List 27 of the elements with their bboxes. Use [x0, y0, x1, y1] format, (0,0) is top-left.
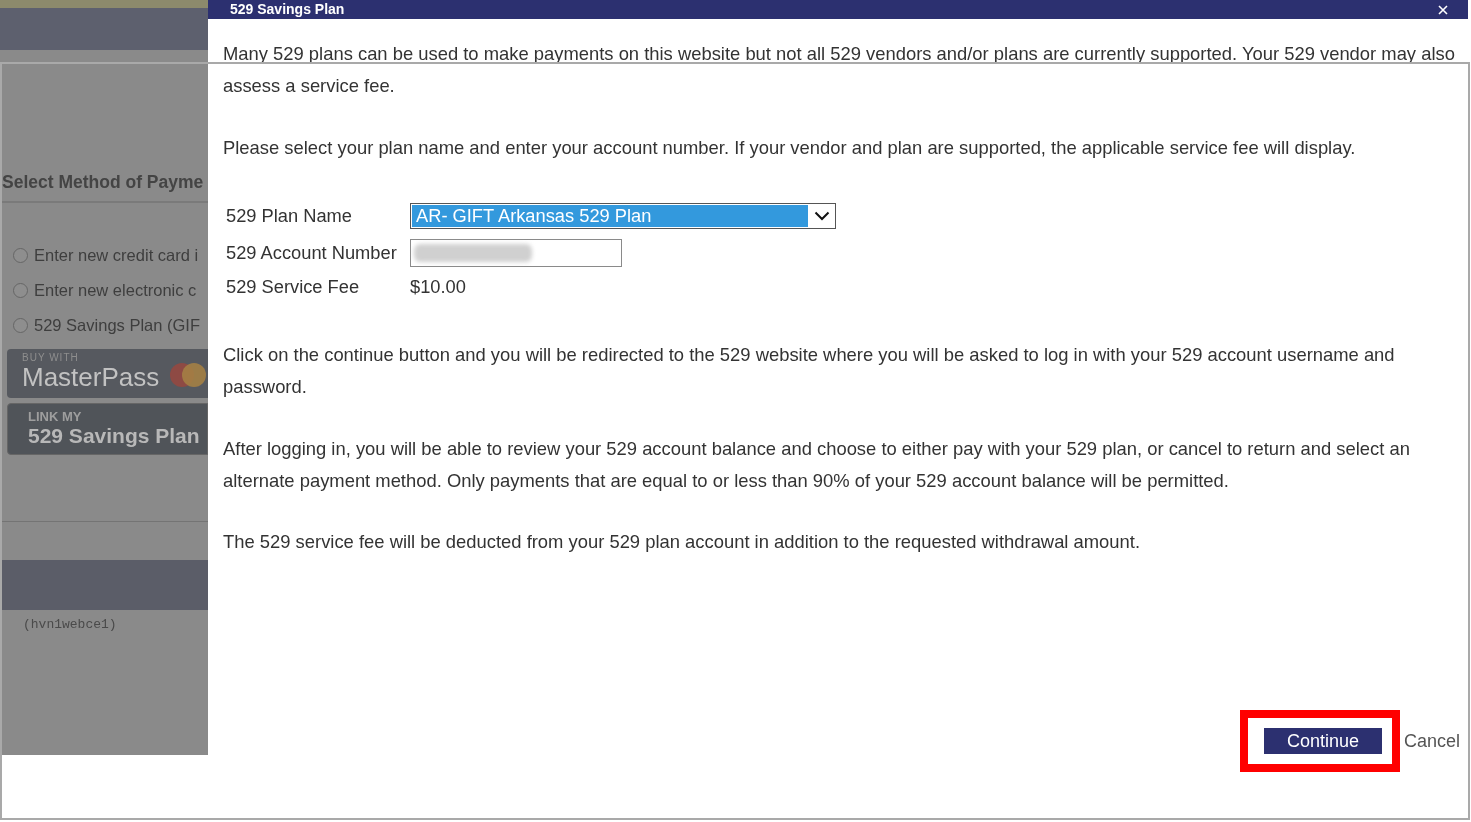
section-heading: Select Method of Payme	[2, 171, 204, 193]
close-icon[interactable]	[1438, 4, 1448, 15]
option-label[interactable]: Enter new credit card i	[34, 246, 199, 265]
paragraph: Click on the continue button and you will be redirected to the 529 website where you will be asked to log in with your 529 account username and password.	[223, 343, 1396, 399]
paragraph: After logging in, you will be able to review your 529 account balance and choose to either pay with your 529 plan, or cancel to return and select an alternate payment method. Only payments that are equal to or less than 90% of your 529 account balance will be permitted.	[223, 437, 1411, 493]
input-field[interactable]	[410, 239, 622, 267]
field-label: 529 Account Number	[226, 243, 397, 263]
checkout-button[interactable]: BUY WITH MasterPass	[7, 349, 208, 398]
radio-button[interactable]	[13, 283, 28, 298]
link-plan-button[interactable]: LINK MY 529 Savings Plan	[7, 403, 208, 455]
radio-button[interactable]	[13, 318, 28, 333]
option-label[interactable]: Enter new electronic c	[34, 281, 197, 300]
chevron-down-icon	[814, 211, 830, 221]
cancel-link[interactable]: Cancel	[1403, 730, 1460, 752]
two-circles-logo-icon	[170, 363, 206, 387]
radio-button[interactable]	[13, 248, 28, 263]
plan-select[interactable]: AR- GIFT Arkansas 529 Plan	[410, 203, 836, 229]
continue-button[interactable]: Continue	[1263, 728, 1382, 754]
field-label: 529 Service Fee	[226, 277, 360, 297]
paragraph: The 529 service fee will be deducted from your 529 plan account in addition to the requested withdrawal amount.	[223, 530, 1142, 554]
footer-text: (hvn1webce1)	[23, 617, 117, 633]
paragraph: Please select your plan name and enter your account number. If your vendor and plan are supported, the applicable service fee will display.	[223, 136, 1357, 160]
field-value: $10.00	[410, 277, 466, 297]
dialog-title: 529 Savings Plan	[230, 1, 345, 18]
paragraph: Many 529 plans can be used to make payments on this website but not all 529 vendors and/or plans are currently supported. Your 529 vendor may also assess a service fee.	[223, 42, 1456, 98]
option-label[interactable]: 529 Savings Plan (GIF	[34, 316, 200, 335]
field-label: 529 Plan Name	[226, 206, 352, 226]
